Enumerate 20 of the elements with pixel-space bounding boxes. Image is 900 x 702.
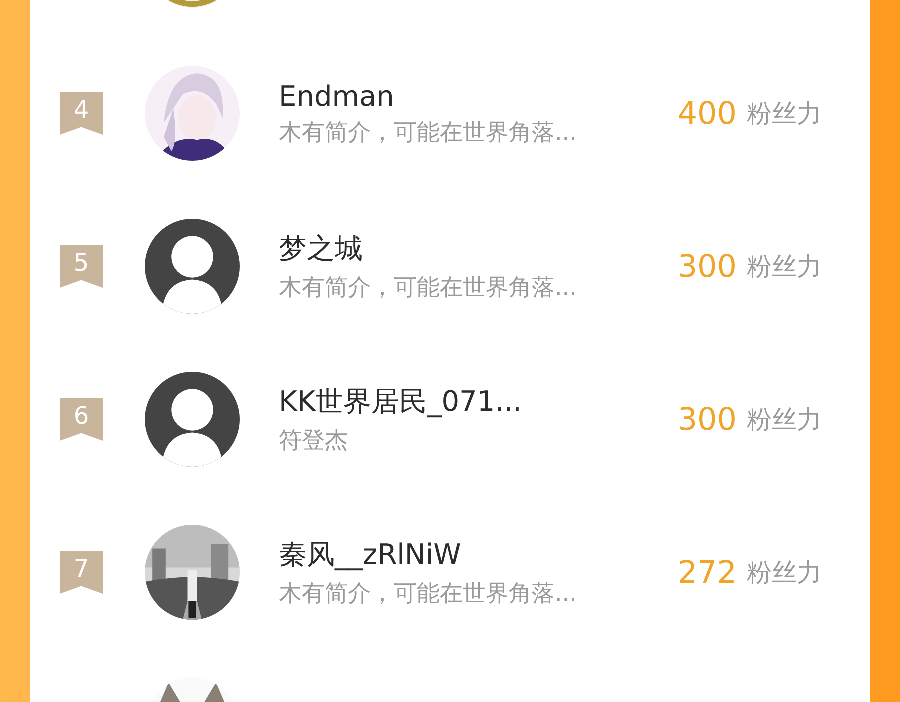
rank-badge: 4 [60,92,103,135]
fan-score: 300 [678,248,737,284]
user-bio: 符登杰 [279,427,349,456]
score-unit: 粉丝力 [747,404,822,436]
rank-badge: 6 [60,398,103,441]
fan-score: 300 [678,402,737,438]
user-name: KK世界居民_071... [279,384,523,420]
user-name: 梦之城 [279,231,364,267]
rank-badge: 5 [60,245,103,288]
fan-score: 400 [678,96,737,132]
user-bio: 木有简介，可能在世界角落... [279,274,578,303]
user-name: Endman [279,80,396,112]
user-bio: 木有简介，可能在世界角落... [279,580,578,609]
user-name: 秦风__zRlNiW [279,537,462,573]
fan-score: 272 [678,554,737,590]
score-unit: 粉丝力 [747,557,822,589]
score-unit: 粉丝力 [747,251,822,283]
user-bio: 木有简介，可能在世界角落... [279,118,578,148]
score-unit: 粉丝力 [747,98,822,130]
rank-badge: 7 [60,551,103,594]
